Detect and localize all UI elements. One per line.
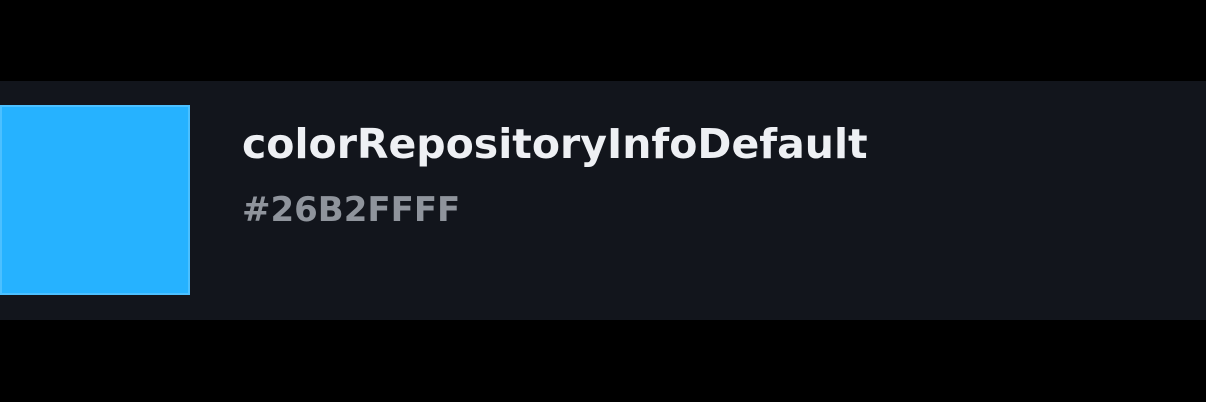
color-hex-value: #26B2FFFF (242, 190, 461, 230)
color-entry-card: colorRepositoryInfoDefault #26B2FFFF (0, 81, 1206, 320)
color-swatch (0, 105, 190, 295)
color-name: colorRepositoryInfoDefault (242, 120, 868, 168)
